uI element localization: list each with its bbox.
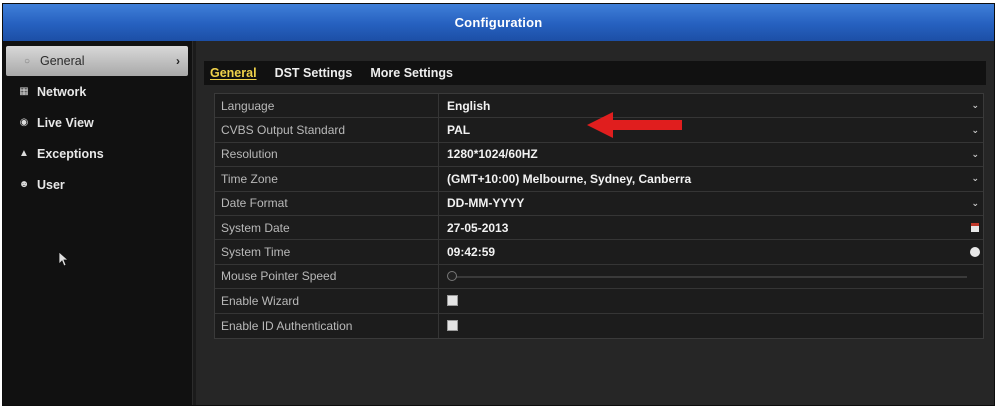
cvbs-label: CVBS Output Standard xyxy=(215,118,439,142)
language-select[interactable]: English ⌄ xyxy=(439,94,983,117)
window-title: Configuration xyxy=(454,15,543,30)
timezone-select[interactable]: (GMT+10:00) Melbourne, Sydney, Canberra … xyxy=(439,167,983,190)
system-date-row: System Date 27-05-2013 xyxy=(215,215,983,241)
language-label: Language xyxy=(215,94,439,118)
warning-icon: ▲ xyxy=(19,148,29,159)
tab-dst-settings[interactable]: DST Settings xyxy=(275,66,353,80)
sidebar-item-label: User xyxy=(37,177,65,192)
system-date-input[interactable]: 27-05-2013 xyxy=(439,216,983,239)
title-bar: Configuration xyxy=(3,4,994,41)
resolution-value: 1280*1024/60HZ xyxy=(447,147,538,162)
slider-handle[interactable] xyxy=(447,271,457,282)
id-auth-cell xyxy=(439,314,983,338)
date-format-value: DD-MM-YYYY xyxy=(447,196,525,211)
sidebar: ○ General › ▦ Network ◉ Live View ▲ Exce… xyxy=(3,41,193,405)
language-value: English xyxy=(447,98,491,113)
red-arrow-annotation-icon xyxy=(587,112,682,138)
sidebar-item-user[interactable]: ☻ User xyxy=(3,169,192,200)
system-date-value: 27-05-2013 xyxy=(447,220,509,235)
date-format-select[interactable]: DD-MM-YYYY ⌄ xyxy=(439,192,983,215)
cvbs-select[interactable]: PAL ⌄ xyxy=(439,118,983,141)
gear-icon: ○ xyxy=(23,55,31,67)
sidebar-item-live-view[interactable]: ◉ Live View xyxy=(3,107,192,138)
tab-more-settings[interactable]: More Settings xyxy=(370,66,453,80)
chevron-down-icon[interactable]: ⌄ xyxy=(971,173,979,184)
wizard-row: Enable Wizard xyxy=(215,289,983,314)
system-time-input[interactable]: 09:42:59 xyxy=(439,240,983,263)
tab-bar: General DST Settings More Settings xyxy=(204,61,986,85)
clock-icon[interactable] xyxy=(970,247,980,258)
date-format-label: Date Format xyxy=(215,191,439,215)
network-icon: ▦ xyxy=(19,86,29,97)
chevron-down-icon[interactable]: ⌄ xyxy=(971,149,979,160)
sidebar-item-label: General xyxy=(40,54,85,68)
configuration-window: Configuration ○ General › ▦ Network ◉ Li… xyxy=(2,3,995,406)
enable-id-authentication-checkbox[interactable] xyxy=(447,320,458,332)
mouse-speed-row: Mouse Pointer Speed xyxy=(215,264,983,290)
sidebar-item-network[interactable]: ▦ Network xyxy=(3,76,192,107)
calendar-icon[interactable] xyxy=(971,223,979,233)
resolution-select[interactable]: 1280*1024/60HZ ⌄ xyxy=(439,143,983,166)
cvbs-value: PAL xyxy=(447,123,471,138)
sidebar-item-label: Live View xyxy=(37,115,94,130)
wizard-label: Enable Wizard xyxy=(215,289,439,313)
resolution-label: Resolution xyxy=(215,142,439,167)
mouse-speed-slider[interactable] xyxy=(447,265,967,288)
sidebar-item-general[interactable]: ○ General › xyxy=(6,46,188,76)
sidebar-item-label: Exceptions xyxy=(37,146,104,161)
tab-general[interactable]: General xyxy=(210,66,257,80)
enable-wizard-checkbox[interactable] xyxy=(447,295,458,307)
system-time-value: 09:42:59 xyxy=(447,245,496,260)
timezone-row: Time Zone (GMT+10:00) Melbourne, Sydney,… xyxy=(215,167,983,192)
system-time-label: System Time xyxy=(215,240,439,264)
chevron-right-icon: › xyxy=(176,54,180,68)
id-auth-label: Enable ID Authentication xyxy=(215,313,439,338)
sidebar-item-exceptions[interactable]: ▲ Exceptions xyxy=(3,138,192,169)
id-auth-row: Enable ID Authentication xyxy=(215,313,983,338)
eye-icon: ◉ xyxy=(19,117,29,128)
sidebar-item-label: Network xyxy=(37,84,87,99)
main-panel: General DST Settings More Settings Langu… xyxy=(196,41,994,405)
chevron-down-icon[interactable]: ⌄ xyxy=(971,198,979,209)
slider-track xyxy=(449,276,967,279)
resolution-row: Resolution 1280*1024/60HZ ⌄ xyxy=(215,142,983,168)
chevron-down-icon[interactable]: ⌄ xyxy=(971,125,979,136)
chevron-down-icon[interactable]: ⌄ xyxy=(971,100,979,111)
mouse-speed-cell xyxy=(439,265,983,288)
mouse-pointer-icon xyxy=(58,251,68,267)
system-time-row: System Time 09:42:59 xyxy=(215,240,983,265)
system-date-label: System Date xyxy=(215,215,439,240)
wizard-cell xyxy=(439,289,983,312)
timezone-label: Time Zone xyxy=(215,167,439,191)
timezone-value: (GMT+10:00) Melbourne, Sydney, Canberra xyxy=(447,171,692,186)
users-icon: ☻ xyxy=(18,179,30,190)
mouse-speed-label: Mouse Pointer Speed xyxy=(215,264,439,289)
date-format-row: Date Format DD-MM-YYYY ⌄ xyxy=(215,191,983,216)
